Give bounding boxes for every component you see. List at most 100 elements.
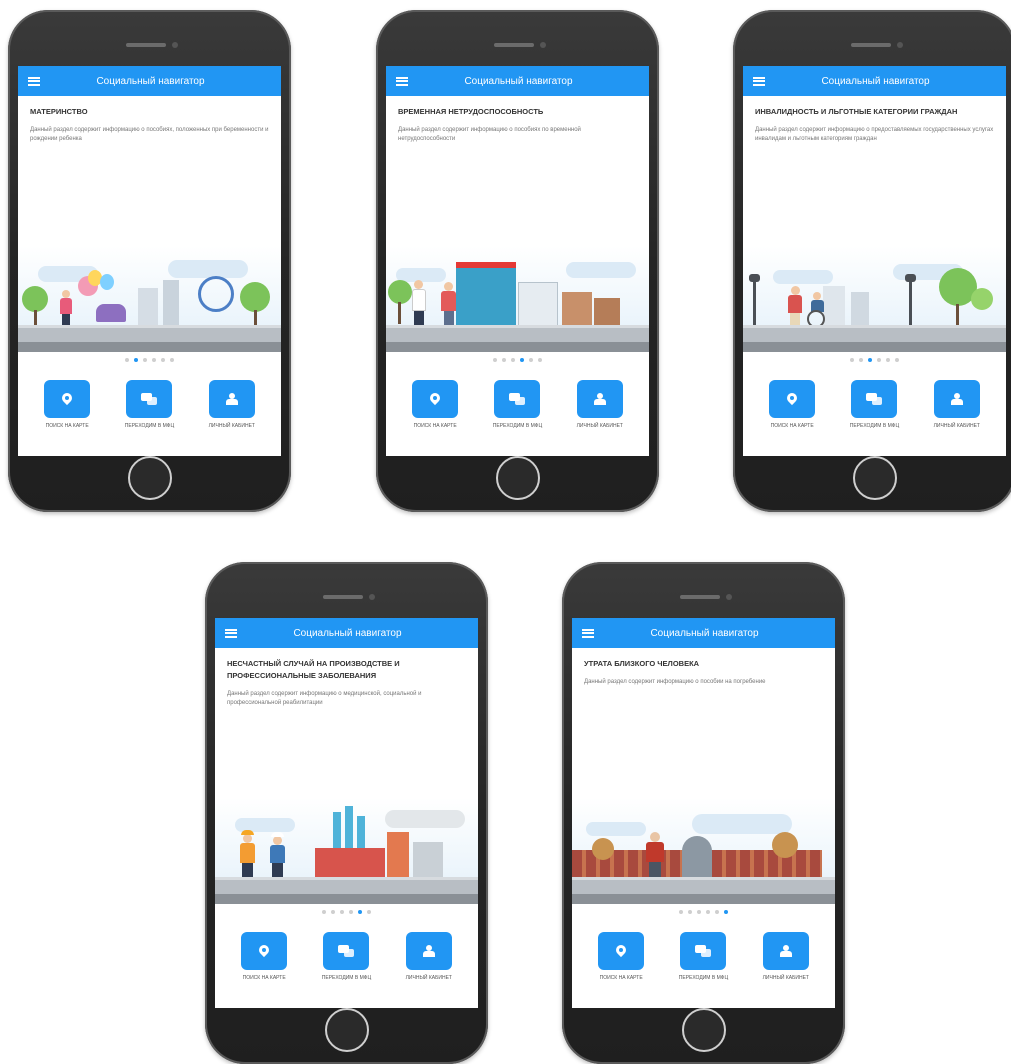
map-search-button[interactable]	[598, 932, 645, 970]
pager-dots[interactable]	[215, 904, 478, 920]
user-icon	[779, 945, 792, 957]
pager-dots[interactable]	[572, 904, 835, 920]
menu-icon[interactable]	[396, 76, 408, 86]
action-label: Личный кабинет	[208, 423, 255, 429]
mfc-button[interactable]	[323, 932, 370, 970]
pager-dot[interactable]	[143, 358, 147, 362]
pager-dot[interactable]	[493, 358, 497, 362]
menu-icon[interactable]	[225, 628, 237, 638]
pager-dot[interactable]	[697, 910, 701, 914]
pager-dot[interactable]	[511, 358, 515, 362]
illustration-park	[18, 236, 281, 352]
app-title: Социальный навигатор	[464, 75, 573, 87]
action-label: Личный кабинет	[762, 975, 809, 981]
pager-dots[interactable]	[18, 352, 281, 368]
pager-dots[interactable]	[386, 352, 649, 368]
personal-account-action[interactable]: Личный кабинет	[394, 932, 464, 981]
mfc-button[interactable]	[680, 932, 727, 970]
mfc-button[interactable]	[126, 380, 173, 418]
pager-dot[interactable]	[367, 910, 371, 914]
pager-dot-active[interactable]	[724, 910, 728, 914]
map-search-action[interactable]: Поиск на карте	[400, 380, 470, 429]
map-pin-icon	[62, 393, 72, 406]
mfc-action[interactable]: Переходим в МФЦ	[114, 380, 184, 429]
mfc-action[interactable]: Переходим в МФЦ	[311, 932, 381, 981]
personal-account-action[interactable]: Личный кабинет	[922, 380, 992, 429]
menu-icon[interactable]	[753, 76, 765, 86]
pager-dot[interactable]	[529, 358, 533, 362]
illustration-cemetery	[572, 788, 835, 904]
action-label: Личный кабинет	[933, 423, 980, 429]
map-search-action[interactable]: Поиск на карте	[586, 932, 656, 981]
home-button[interactable]	[324, 1008, 369, 1052]
mfc-action[interactable]: Переходим в МФЦ	[668, 932, 738, 981]
pager-dot[interactable]	[125, 358, 129, 362]
map-search-action[interactable]: Поиск на карте	[32, 380, 102, 429]
home-button[interactable]	[681, 1008, 726, 1052]
mfc-action[interactable]: Переходим в МФЦ	[839, 380, 909, 429]
personal-account-button[interactable]	[762, 932, 809, 970]
pager-dot[interactable]	[340, 910, 344, 914]
speaker-grille	[493, 43, 534, 47]
map-search-button[interactable]	[44, 380, 91, 418]
quick-actions: Поиск на карте Переходим в МФЦ Личный ка…	[18, 368, 281, 429]
personal-account-action[interactable]: Личный кабинет	[751, 932, 821, 981]
pager-dots[interactable]	[743, 352, 1006, 368]
pager-dot-active[interactable]	[868, 358, 872, 362]
map-search-action[interactable]: Поиск на карте	[757, 380, 827, 429]
front-camera	[368, 594, 375, 600]
section-description: Данный раздел содержит информацию о пред…	[755, 127, 994, 142]
personal-account-button[interactable]	[208, 380, 255, 418]
speaker-grille	[322, 595, 363, 599]
pager-dot[interactable]	[679, 910, 683, 914]
pager-dot[interactable]	[859, 358, 863, 362]
pager-dot[interactable]	[895, 358, 899, 362]
pager-dot[interactable]	[886, 358, 890, 362]
user-icon	[225, 393, 238, 405]
pager-dot[interactable]	[706, 910, 710, 914]
pager-dot[interactable]	[170, 358, 174, 362]
home-button[interactable]	[852, 456, 897, 500]
home-button[interactable]	[127, 456, 172, 500]
mfc-action[interactable]: Переходим в МФЦ	[482, 380, 552, 429]
personal-account-action[interactable]: Личный кабинет	[197, 380, 267, 429]
pager-dot[interactable]	[349, 910, 353, 914]
app-title: Социальный навигатор	[650, 627, 759, 639]
mfc-button[interactable]	[851, 380, 898, 418]
pager-dot[interactable]	[688, 910, 692, 914]
map-search-action[interactable]: Поиск на карте	[229, 932, 299, 981]
app-bar: Социальный навигатор	[572, 618, 835, 648]
map-search-button[interactable]	[241, 932, 288, 970]
map-search-button[interactable]	[412, 380, 459, 418]
pager-dot[interactable]	[715, 910, 719, 914]
pager-dot[interactable]	[850, 358, 854, 362]
pager-dot[interactable]	[538, 358, 542, 362]
illustration-street	[743, 236, 1006, 352]
personal-account-action[interactable]: Личный кабинет	[565, 380, 635, 429]
pager-dot[interactable]	[502, 358, 506, 362]
section-description: Данный раздел содержит информацию о посо…	[398, 127, 581, 142]
menu-icon[interactable]	[582, 628, 594, 638]
pager-dot[interactable]	[152, 358, 156, 362]
menu-icon[interactable]	[28, 76, 40, 86]
action-label: Переходим в МФЦ	[124, 423, 175, 429]
map-pin-icon	[259, 945, 269, 958]
user-icon	[422, 945, 435, 957]
phone-workplace-accident: Социальный навигатор Несчастный случай н…	[205, 562, 488, 1064]
personal-account-button[interactable]	[933, 380, 980, 418]
pager-dot-active[interactable]	[358, 910, 362, 914]
map-search-button[interactable]	[769, 380, 816, 418]
pager-dot-active[interactable]	[134, 358, 138, 362]
pager-dot[interactable]	[331, 910, 335, 914]
quick-actions: Поиск на карте Переходим в МФЦ Личный ка…	[215, 920, 478, 981]
personal-account-button[interactable]	[405, 932, 452, 970]
pager-dot[interactable]	[161, 358, 165, 362]
pager-dot[interactable]	[322, 910, 326, 914]
personal-account-button[interactable]	[576, 380, 623, 418]
home-button[interactable]	[495, 456, 540, 500]
pager-dot-active[interactable]	[520, 358, 524, 362]
mfc-button[interactable]	[494, 380, 541, 418]
phone-bereavement: Социальный навигатор Утрата близкого чел…	[562, 562, 845, 1064]
pager-dot[interactable]	[877, 358, 881, 362]
quick-actions: Поиск на карте Переходим в МФЦ Личный ка…	[743, 368, 1006, 429]
